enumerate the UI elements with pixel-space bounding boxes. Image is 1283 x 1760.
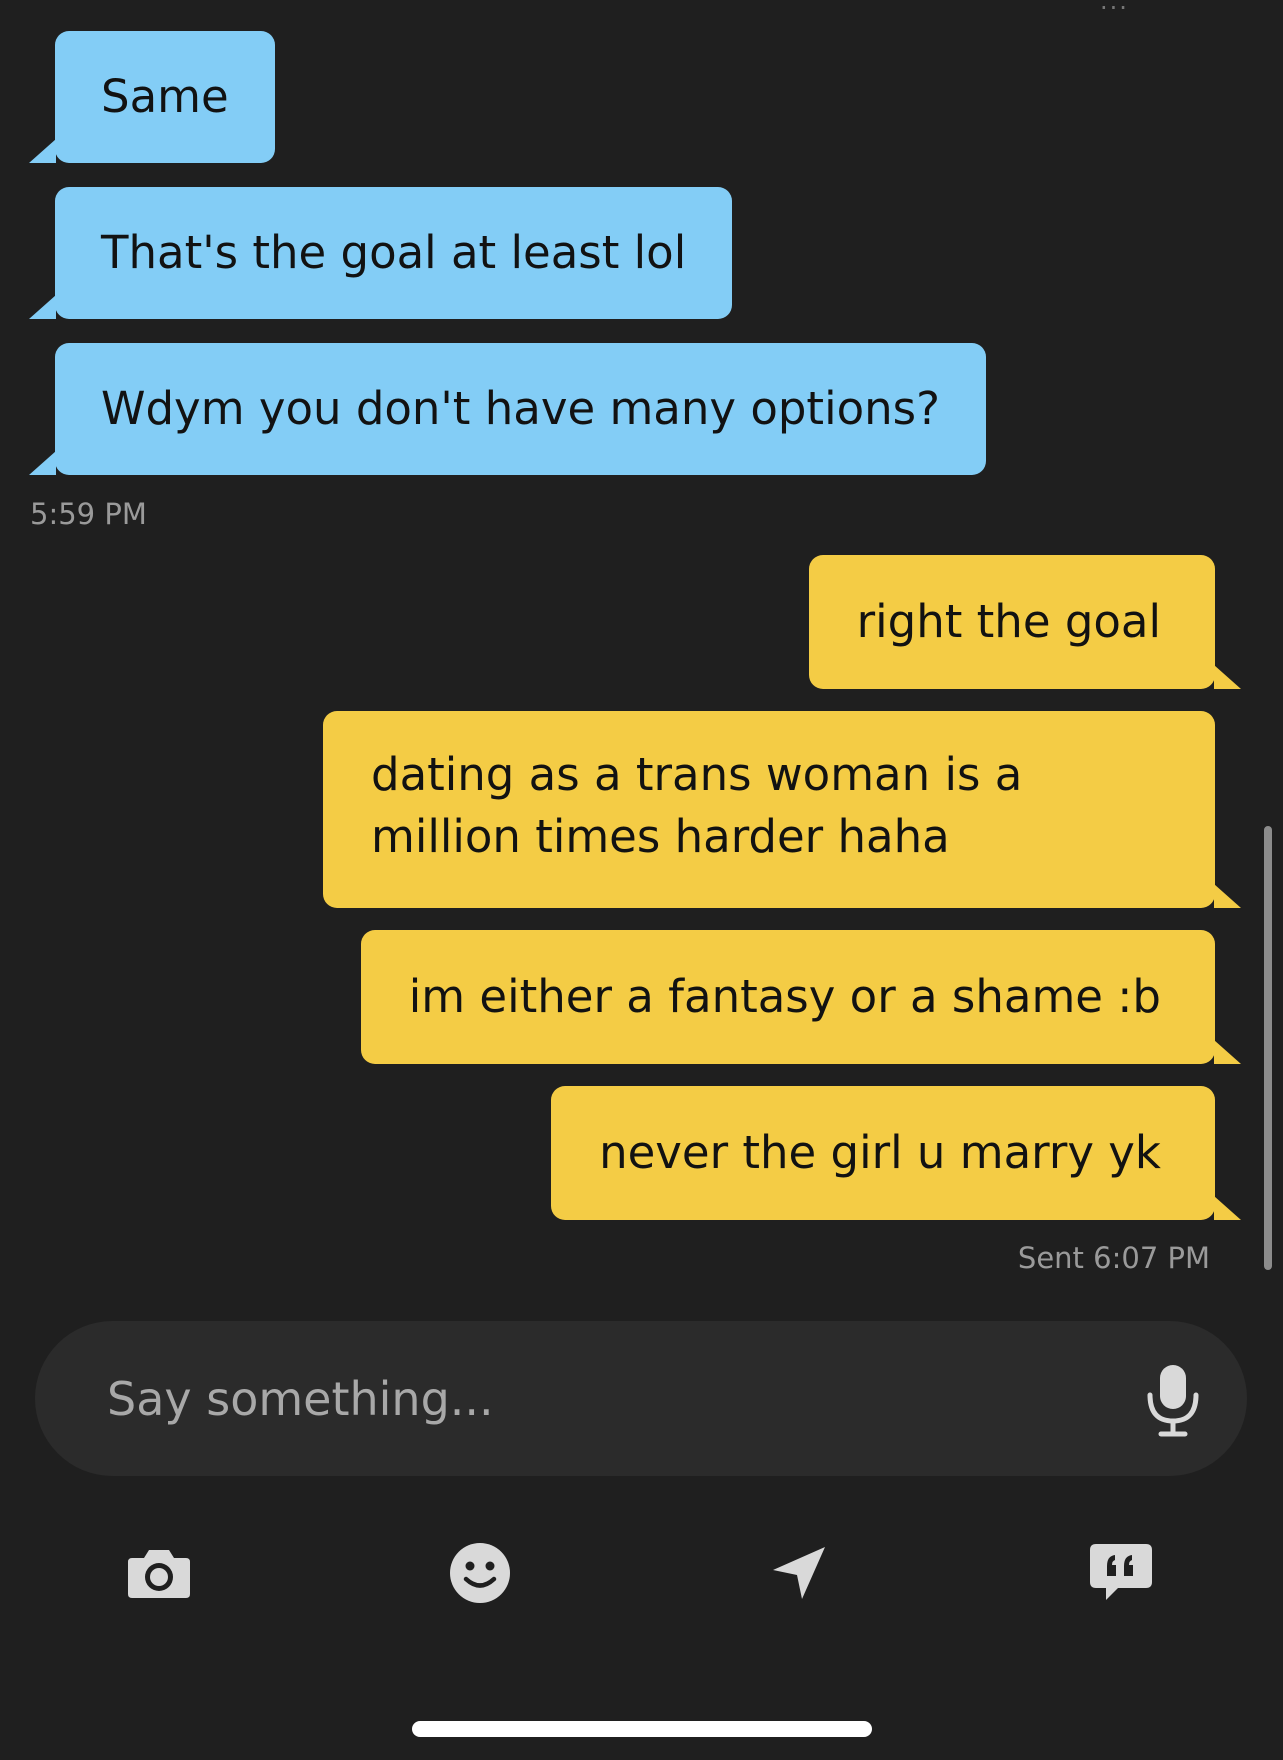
emoji-icon[interactable] [440,1533,520,1613]
quote-bubble-icon[interactable] [1081,1533,1161,1613]
sent-message: im either a fantasy or a shame :b [360,930,1242,1064]
microphone-icon[interactable] [1143,1363,1203,1438]
sent-message: never the girl u marry yk [551,1086,1241,1220]
message-text: Wdym you don't have many options? [101,382,940,435]
sent-message: dating as a trans woman is a million tim… [323,711,1241,908]
received-message: Wdym you don't have many options? [29,343,986,475]
location-arrow-icon[interactable] [759,1533,839,1613]
message-input[interactable] [107,1321,1067,1476]
chat-scrollbar[interactable] [1264,826,1272,1270]
message-text: right the goal [856,595,1161,648]
message-text: im either a fantasy or a shame :b [408,970,1161,1023]
message-text: dating as a trans woman is a million tim… [371,748,1023,863]
message-text: That's the goal at least lol [101,226,687,279]
overflow-indicator: ··· [1100,0,1129,22]
message-text: never the girl u marry yk [599,1126,1161,1179]
received-timestamp: 5:59 PM [30,497,147,531]
received-message: That's the goal at least lol [28,187,733,319]
camera-icon[interactable] [119,1533,199,1613]
sent-message: right the goal [808,555,1242,689]
message-text: Same [101,70,229,123]
message-composer [35,1321,1247,1476]
home-indicator[interactable] [412,1721,872,1737]
received-message: Same [29,31,275,163]
sent-status: Sent 6:07 PM [1017,1241,1210,1275]
